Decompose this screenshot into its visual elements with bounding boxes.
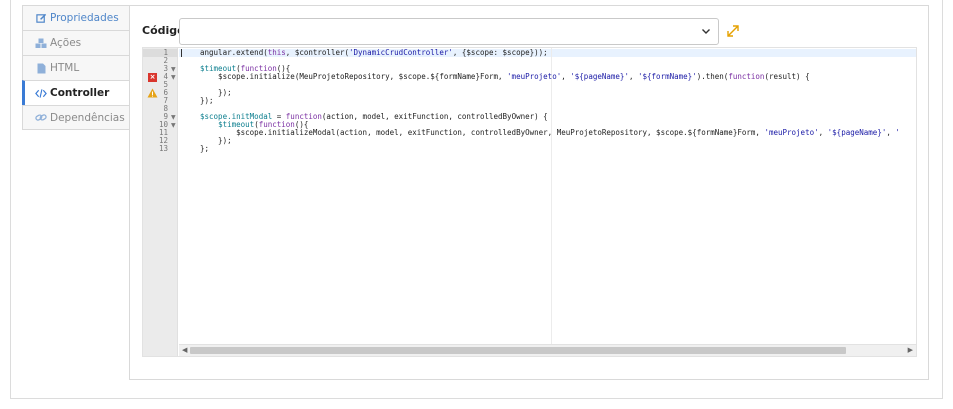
code-line: angular.extend(this, $controller('Dynami… (200, 48, 548, 57)
horizontal-scrollbar[interactable]: ◀ ▶ (179, 344, 916, 356)
code-line: $scope.initializeModal(action, model, ex… (200, 128, 900, 137)
code-editor[interactable]: 1 2 3 ▼ 4 ▼ × 5 6 7 8 9 ▼ 10 ▼ 11 12 13 angular.extend(th… (142, 47, 917, 357)
fold-toggle-icon[interactable]: ▼ (171, 122, 176, 129)
code-icon (35, 87, 47, 99)
gutter-active-line (143, 49, 178, 57)
tab-label: Dependências (50, 111, 125, 124)
link-icon (35, 112, 47, 124)
editor-gutter: 1 2 3 ▼ 4 ▼ × 5 6 7 8 9 ▼ 10 ▼ 11 12 13 (143, 48, 178, 356)
tab-label: HTML (50, 62, 80, 74)
tab-controller[interactable]: Controller (22, 80, 130, 105)
tab-propriedades[interactable]: Propriedades (22, 5, 130, 30)
line-number: 13 (158, 144, 168, 153)
scroll-right-icon[interactable]: ▶ (908, 346, 913, 354)
print-margin (551, 48, 552, 344)
tab-label: Ações (50, 37, 82, 49)
error-icon[interactable]: × (148, 72, 157, 82)
fold-toggle-icon[interactable]: ▼ (171, 114, 176, 121)
tab-label: Propriedades (50, 12, 119, 24)
fold-toggle-icon[interactable]: ▼ (171, 66, 176, 73)
fold-toggle-icon[interactable]: ▼ (171, 74, 176, 81)
edit-icon (35, 12, 47, 24)
text-cursor (181, 49, 182, 57)
code-line: $scope.initialize(MeuProjetoRepository, … (200, 72, 810, 81)
scrollbar-thumb[interactable] (190, 347, 846, 354)
tab-dependencias[interactable]: Dependências (22, 105, 130, 130)
file-icon (35, 62, 47, 74)
chevron-down-icon (700, 25, 712, 37)
code-area[interactable]: angular.extend(this, $controller('Dynami… (179, 48, 916, 344)
cubes-icon (35, 37, 47, 49)
expand-icon[interactable] (726, 24, 740, 38)
tab-html[interactable]: HTML (22, 55, 130, 80)
tab-acoes[interactable]: Ações (22, 30, 130, 55)
tab-label: Controller (50, 87, 110, 99)
tab-list: Propriedades Ações HTML Controller Depen… (22, 5, 130, 130)
code-line: }); (200, 96, 214, 105)
controller-panel: Código 1 2 3 ▼ 4 ▼ × 5 6 7 8 9 ▼ 10 ▼ 11 12 13 angular.ex… (129, 5, 929, 380)
code-line: }; (200, 144, 210, 153)
codigo-select[interactable] (179, 18, 719, 45)
warning-icon[interactable] (147, 88, 158, 98)
scroll-left-icon[interactable]: ◀ (182, 346, 187, 354)
